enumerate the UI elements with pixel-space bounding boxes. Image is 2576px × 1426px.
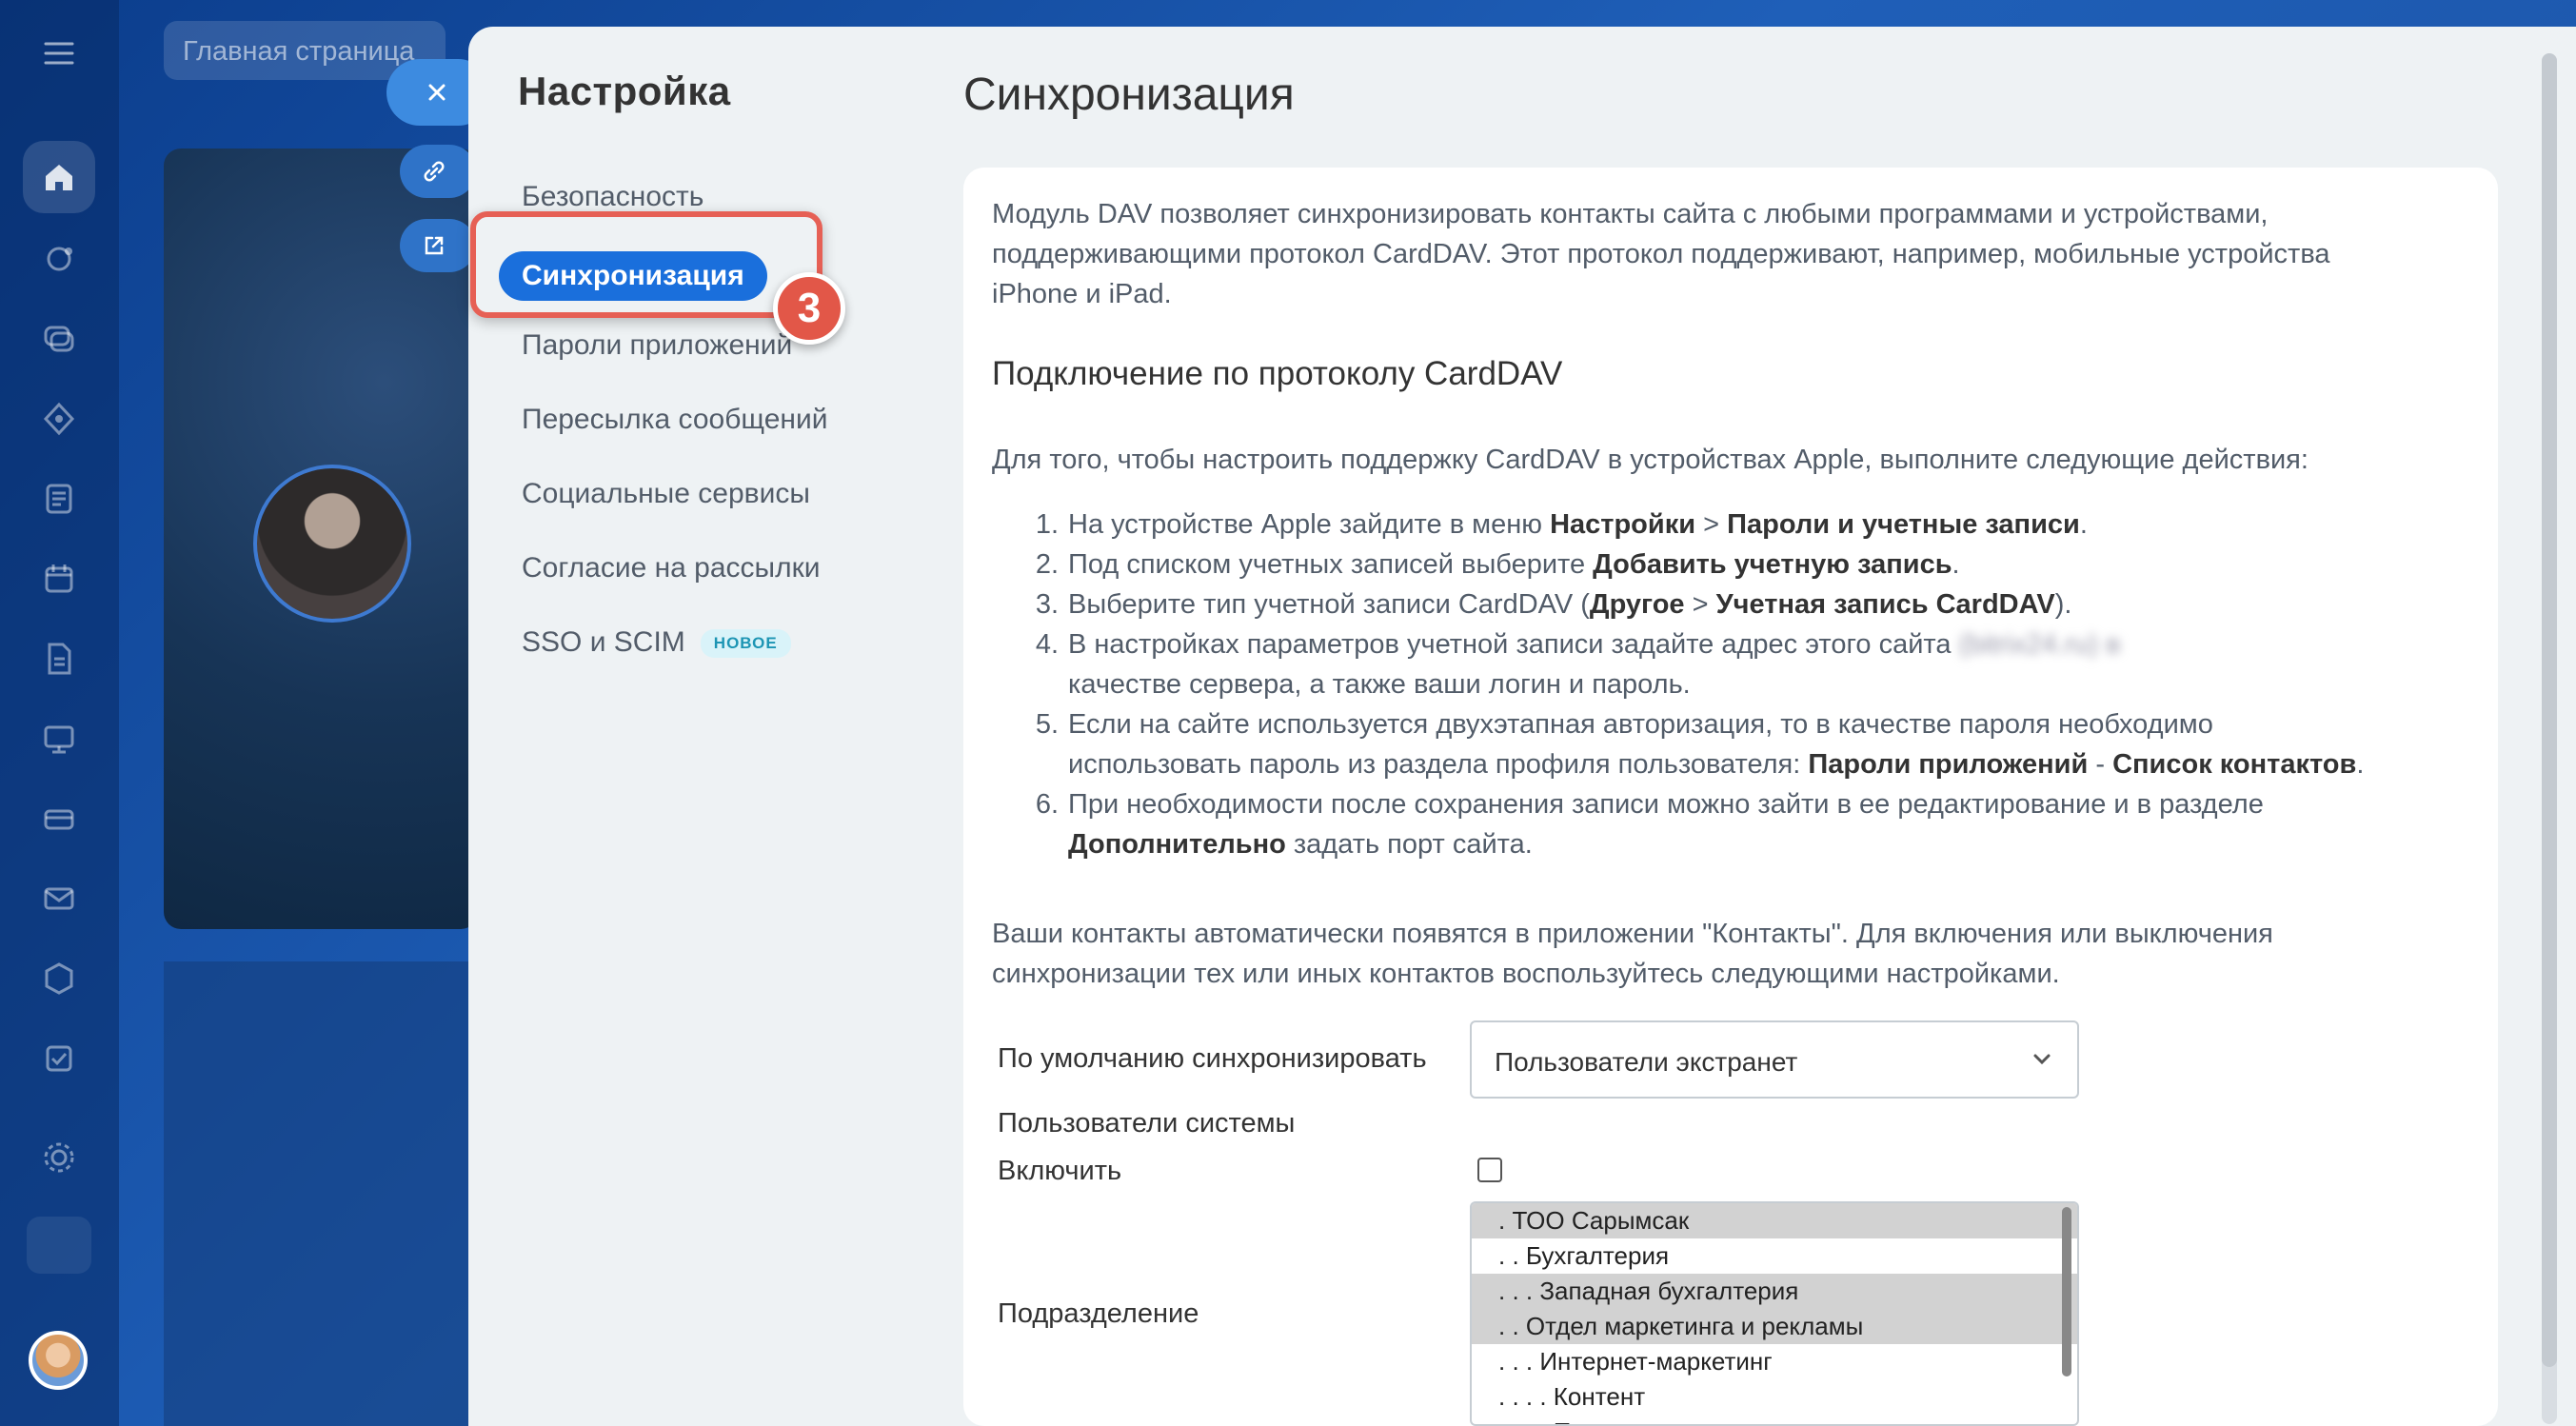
- panel-scrollbar[interactable]: [2542, 53, 2557, 1424]
- settings-icon[interactable]: [23, 1121, 95, 1194]
- listbox-scrollbar[interactable]: [2062, 1207, 2071, 1376]
- documents-icon[interactable]: [23, 623, 95, 695]
- scrollbar-thumb[interactable]: [2542, 53, 2557, 1367]
- list-item[interactable]: . ТОО Сарымсак: [1472, 1203, 2077, 1238]
- department-label: Подразделение: [998, 1298, 1199, 1329]
- open-new-window-button[interactable]: [400, 219, 476, 272]
- list-item: 6. При необходимости после сохранения за…: [1035, 789, 2264, 860]
- menu-icon[interactable]: [23, 17, 95, 89]
- nav-item-mailing-consent[interactable]: Согласие на рассылки: [522, 552, 821, 584]
- list-item[interactable]: . . . Интернет-маркетинг: [1472, 1344, 2077, 1379]
- nav-item-message-forwarding[interactable]: Пересылка сообщений: [522, 404, 828, 436]
- list-item: 3. Выберите тип учетной записи CardDAV (…: [1035, 589, 2072, 620]
- system-users-label: Пользователи системы: [998, 1108, 1296, 1139]
- external-link-icon: [425, 236, 444, 255]
- enable-label: Включить: [998, 1156, 1122, 1186]
- sites-icon[interactable]: [23, 703, 95, 775]
- panel-title: Настройка: [518, 69, 731, 113]
- page-title: Синхронизация: [963, 69, 1295, 120]
- list-item[interactable]: . . Бухгалтерия: [1472, 1238, 2077, 1274]
- outro-line: Ваши контакты автоматически появятся в п…: [992, 919, 2273, 949]
- chevron-down-icon: [2033, 1054, 2051, 1065]
- apps-icon[interactable]: [23, 942, 95, 1015]
- calendar-icon[interactable]: [23, 543, 95, 615]
- steps-list: 1. На устройстве Apple зайдите в меню На…: [992, 505, 2477, 864]
- list-item[interactable]: . . . . Контент: [1472, 1379, 2077, 1415]
- department-listbox[interactable]: . ТОО Сарымсак . . Бухгалтерия . . . Зап…: [1470, 1201, 2079, 1426]
- mail-icon[interactable]: [23, 862, 95, 935]
- app-sidebar: [0, 0, 119, 1426]
- copy-link-button[interactable]: [400, 145, 476, 198]
- instructions-intro: Для того, чтобы настроить поддержку Card…: [992, 445, 2308, 475]
- intro-line: Модуль DAV позволяет синхронизировать ко…: [992, 199, 2269, 229]
- chat-icon[interactable]: [23, 303, 95, 375]
- list-item: 2. Под списком учетных записей выберите …: [1035, 549, 1960, 580]
- nav-item-sso-scim-label: SSO и SCIM: [522, 626, 685, 658]
- nav-item-sso-scim[interactable]: SSO и SCIM НОВОЕ: [522, 626, 791, 659]
- tasks-icon[interactable]: [23, 463, 95, 535]
- crm-icon[interactable]: [23, 223, 95, 295]
- profile-photo: [253, 465, 411, 623]
- enable-checkbox[interactable]: [1477, 1158, 1502, 1182]
- home-icon[interactable]: [23, 141, 95, 213]
- close-icon: [428, 84, 446, 101]
- default-sync-select[interactable]: Пользователи экстранет: [1470, 1020, 2079, 1099]
- default-sync-label: По умолчанию синхронизировать: [998, 1043, 1427, 1074]
- section-heading: Подключение по протоколу CardDAV: [992, 355, 1563, 392]
- shop-icon[interactable]: [23, 782, 95, 855]
- automation-icon[interactable]: [23, 383, 95, 455]
- blurred-domain: (bitrix24.ru) в: [1958, 629, 2121, 660]
- nav-item-security[interactable]: Безопасность: [522, 181, 703, 213]
- nav-item-app-passwords[interactable]: Пароли приложений: [522, 329, 792, 362]
- list-item: 4. В настройках параметров учетной запис…: [1035, 629, 2121, 700]
- list-item: 5. Если на сайте используется двухэтапна…: [1035, 709, 2365, 780]
- outro-line: синхронизации тех или иных контактов вос…: [992, 959, 2060, 989]
- intro-line: iPhone и iPad.: [992, 279, 1172, 309]
- list-item[interactable]: . . Отдел маркетинга и рекламы: [1472, 1309, 2077, 1344]
- nav-item-social-services[interactable]: Социальные сервисы: [522, 478, 810, 510]
- collapsed-widget[interactable]: [27, 1217, 91, 1274]
- user-avatar[interactable]: [29, 1331, 88, 1390]
- list-item: 1. На устройстве Apple зайдите в меню На…: [1035, 509, 2088, 540]
- new-badge: НОВОЕ: [700, 629, 791, 659]
- intro-line: поддерживающими протокол CardDAV. Этот п…: [992, 239, 2330, 269]
- default-sync-value: Пользователи экстранет: [1495, 1047, 1798, 1077]
- list-item[interactable]: . . . Западная бухгалтерия: [1472, 1274, 2077, 1309]
- checklist-icon[interactable]: [23, 1022, 95, 1095]
- annotation-highlight: [470, 211, 822, 318]
- background-content: [164, 961, 478, 1426]
- link-icon: [424, 161, 445, 182]
- step-badge: 3: [773, 272, 845, 345]
- list-item[interactable]: . . . . П: [1472, 1415, 2077, 1424]
